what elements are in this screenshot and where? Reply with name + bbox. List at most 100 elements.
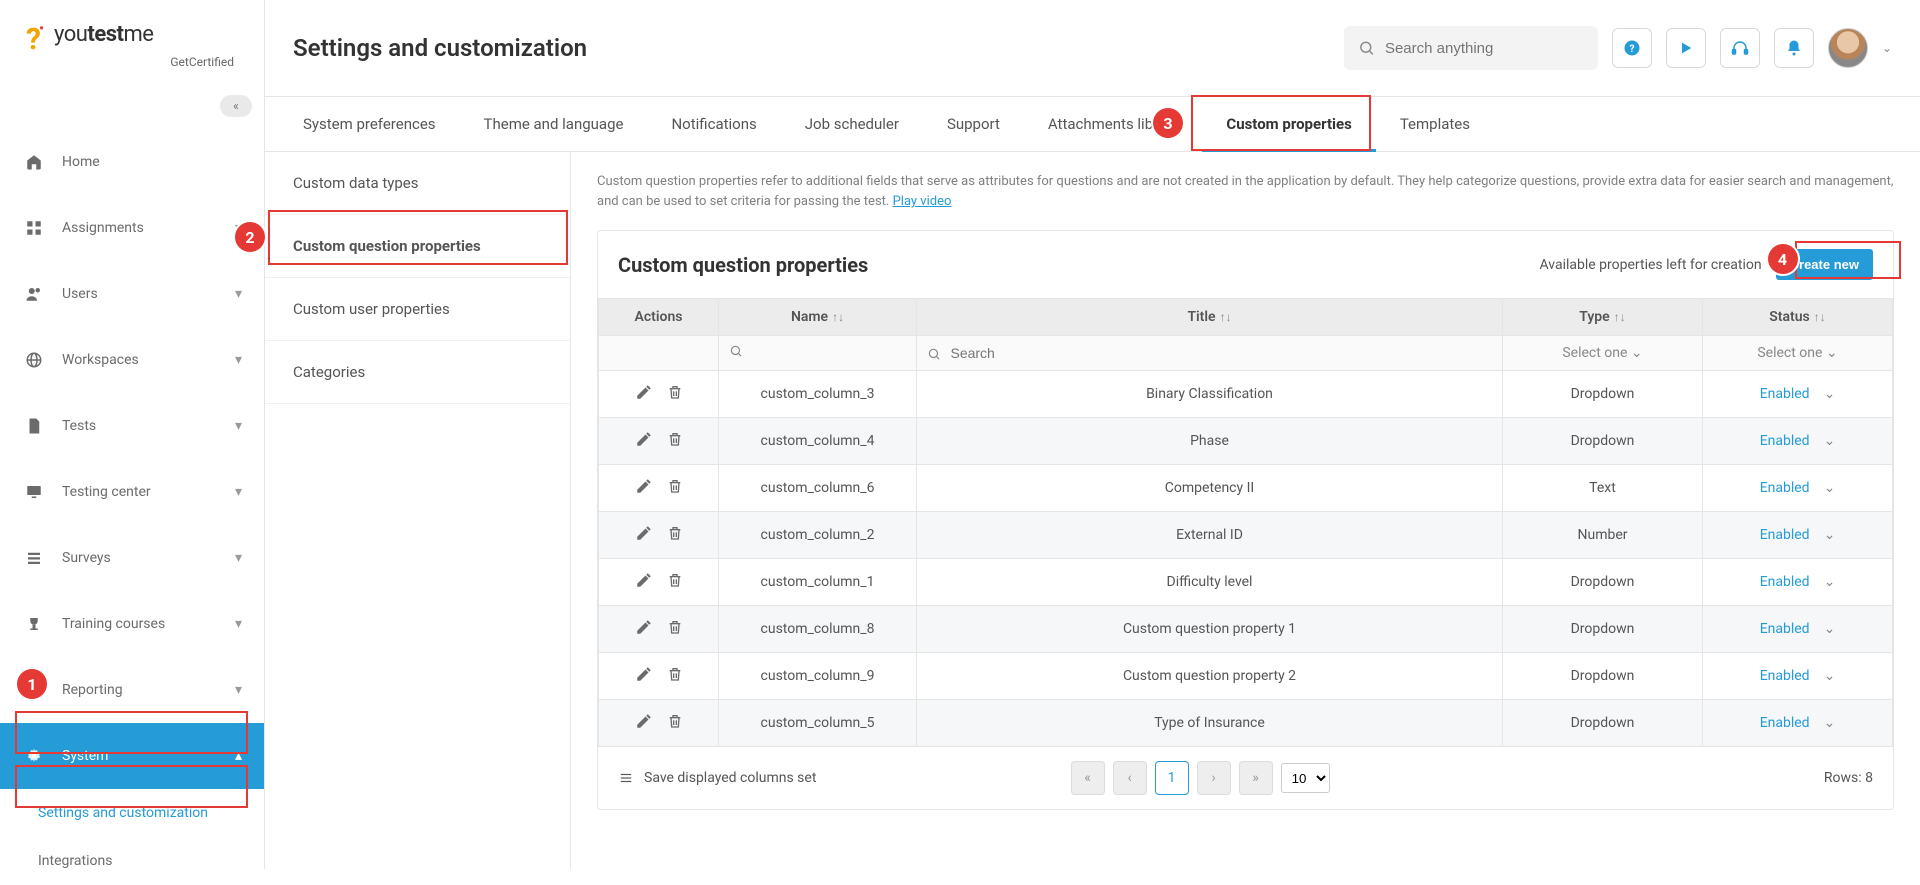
play-video-link[interactable]: Play video (893, 194, 952, 209)
pager-first[interactable]: « (1071, 761, 1105, 795)
sidebar-item-tests[interactable]: Tests▾ (0, 393, 264, 459)
panel-title: Custom question properties (618, 253, 868, 277)
sidebar-item-label: Surveys (62, 550, 111, 566)
description-text: Custom question properties refer to addi… (597, 172, 1894, 212)
col-name[interactable]: Name↑↓ (719, 299, 917, 336)
sidebar-item-users[interactable]: Users▾ (0, 261, 264, 327)
table-row: custom_column_4PhaseDropdownEnabled⌄ (599, 418, 1893, 465)
bell-button[interactable] (1774, 28, 1814, 68)
filter-name[interactable] (719, 336, 917, 371)
sidebar-item-label: Testing center (62, 484, 151, 500)
sidebar-collapse-button[interactable]: « (220, 95, 252, 117)
delete-button[interactable] (667, 477, 683, 499)
subnav-item-custom-user-properties[interactable]: Custom user properties (265, 278, 570, 341)
sidebar-item-label: Workspaces (62, 352, 139, 368)
sort-icon: ↑↓ (832, 310, 844, 324)
status-toggle[interactable]: Enabled (1760, 668, 1810, 684)
sidebar-item-label: Training courses (62, 616, 165, 632)
subnav-item-custom-question-properties[interactable]: Custom question properties (265, 215, 570, 278)
properties-table: Actions Name↑↓ Title↑↓ Type↑↓ Status↑↓ (598, 298, 1893, 747)
sort-icon: ↑↓ (1614, 310, 1626, 324)
tab-theme-and-language[interactable]: Theme and language (460, 97, 648, 151)
filter-type-select[interactable]: Select one ⌄ (1562, 345, 1642, 361)
sidebar-subitem-settings[interactable]: Settings and customization (0, 789, 264, 837)
sidebar: ?• youtestme GetCertified « HomeAssignme… (0, 0, 265, 869)
home-icon (22, 153, 46, 171)
chevron-down-icon: ⌄ (1824, 386, 1836, 402)
delete-button[interactable] (667, 383, 683, 405)
tab-support[interactable]: Support (923, 97, 1024, 151)
subnav-item-categories[interactable]: Categories (265, 341, 570, 404)
subnav: Custom data typesCustom question propert… (265, 152, 571, 869)
delete-button[interactable] (667, 524, 683, 546)
status-toggle[interactable]: Enabled (1760, 527, 1810, 543)
tab-templates[interactable]: Templates (1376, 97, 1494, 151)
chevron-up-icon: ▴ (235, 748, 242, 764)
status-toggle[interactable]: Enabled (1760, 621, 1810, 637)
filter-title-input[interactable] (950, 345, 1131, 361)
globe-icon (22, 351, 46, 369)
tab-custom-properties[interactable]: Custom properties (1202, 97, 1375, 151)
cell-name: custom_column_9 (719, 653, 917, 700)
pager-last[interactable]: » (1239, 761, 1273, 795)
user-avatar[interactable] (1828, 28, 1868, 68)
sidebar-item-system[interactable]: System▴ (0, 723, 264, 789)
filter-status-select[interactable]: Select one ⌄ (1757, 345, 1837, 361)
edit-button[interactable] (635, 571, 653, 593)
tab-system-preferences[interactable]: System preferences (279, 97, 460, 151)
delete-button[interactable] (667, 430, 683, 452)
sidebar-item-training-courses[interactable]: Training courses▾ (0, 591, 264, 657)
status-toggle[interactable]: Enabled (1760, 480, 1810, 496)
edit-button[interactable] (635, 430, 653, 452)
edit-button[interactable] (635, 712, 653, 734)
delete-button[interactable] (667, 712, 683, 734)
cell-title: Binary Classification (917, 371, 1503, 418)
edit-button[interactable] (635, 477, 653, 499)
sidebar-nav: HomeAssignments▾Users▾Workspaces▾Tests▾T… (0, 129, 264, 885)
trophy-icon (22, 615, 46, 633)
edit-button[interactable] (635, 524, 653, 546)
cell-title: Type of Insurance (917, 700, 1503, 747)
sidebar-item-testing-center[interactable]: Testing center▾ (0, 459, 264, 525)
pager-current[interactable]: 1 (1155, 761, 1189, 795)
sidebar-item-workspaces[interactable]: Workspaces▾ (0, 327, 264, 393)
status-toggle[interactable]: Enabled (1760, 715, 1810, 731)
edit-button[interactable] (635, 665, 653, 687)
pager-next[interactable]: › (1197, 761, 1231, 795)
col-status[interactable]: Status↑↓ (1703, 299, 1893, 336)
sidebar-item-surveys[interactable]: Surveys▾ (0, 525, 264, 591)
list-icon (22, 549, 46, 567)
delete-button[interactable] (667, 571, 683, 593)
annotation-marker-1: 1 (17, 669, 47, 699)
status-toggle[interactable]: Enabled (1760, 386, 1810, 402)
sidebar-item-home[interactable]: Home (0, 129, 264, 195)
edit-button[interactable] (635, 383, 653, 405)
global-search[interactable] (1344, 26, 1598, 70)
cell-title: Competency II (917, 465, 1503, 512)
tab-job-scheduler[interactable]: Job scheduler (781, 97, 923, 151)
sidebar-item-assignments[interactable]: Assignments▾ (0, 195, 264, 261)
global-search-input[interactable] (1385, 40, 1584, 57)
save-columns-label: Save displayed columns set (644, 770, 816, 786)
status-toggle[interactable]: Enabled (1760, 433, 1810, 449)
delete-button[interactable] (667, 665, 683, 687)
status-toggle[interactable]: Enabled (1760, 574, 1810, 590)
delete-button[interactable] (667, 618, 683, 640)
edit-button[interactable] (635, 618, 653, 640)
play-button[interactable] (1666, 28, 1706, 68)
help-button[interactable]: ? (1612, 28, 1652, 68)
col-type[interactable]: Type↑↓ (1503, 299, 1703, 336)
headset-button[interactable] (1720, 28, 1760, 68)
page-size-select[interactable]: 10 (1281, 763, 1330, 793)
save-columns-button[interactable]: Save displayed columns set (618, 770, 816, 786)
filter-title[interactable] (917, 336, 1503, 371)
cell-type: Dropdown (1503, 371, 1703, 418)
sidebar-subitem-integrations[interactable]: Integrations (0, 837, 264, 885)
cell-title: Phase (917, 418, 1503, 465)
user-menu-chevron[interactable]: ⌄ (1882, 41, 1892, 55)
pager-prev[interactable]: ‹ (1113, 761, 1147, 795)
col-title[interactable]: Title↑↓ (917, 299, 1503, 336)
chevron-down-icon: ⌄ (1824, 668, 1836, 684)
tab-notifications[interactable]: Notifications (647, 97, 780, 151)
subnav-item-custom-data-types[interactable]: Custom data types (265, 152, 570, 215)
